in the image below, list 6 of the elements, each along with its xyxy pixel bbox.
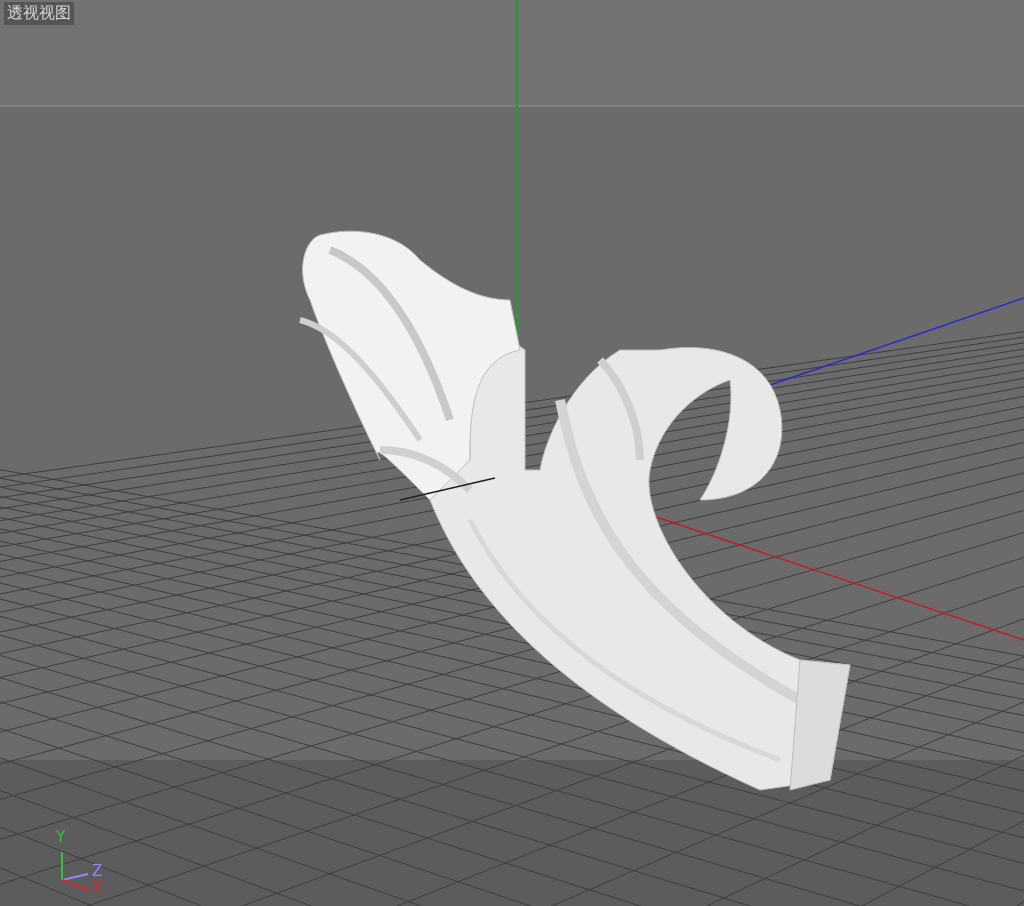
3d-viewport[interactable]: 透视视图 Y Z X	[0, 0, 1024, 906]
viewport-label: 透视视图	[4, 2, 74, 25]
axis-label: Y	[56, 830, 66, 845]
axis-gizmo-icon	[61, 851, 89, 891]
axis-label: Z	[92, 864, 103, 879]
axis-label: X	[92, 880, 103, 895]
